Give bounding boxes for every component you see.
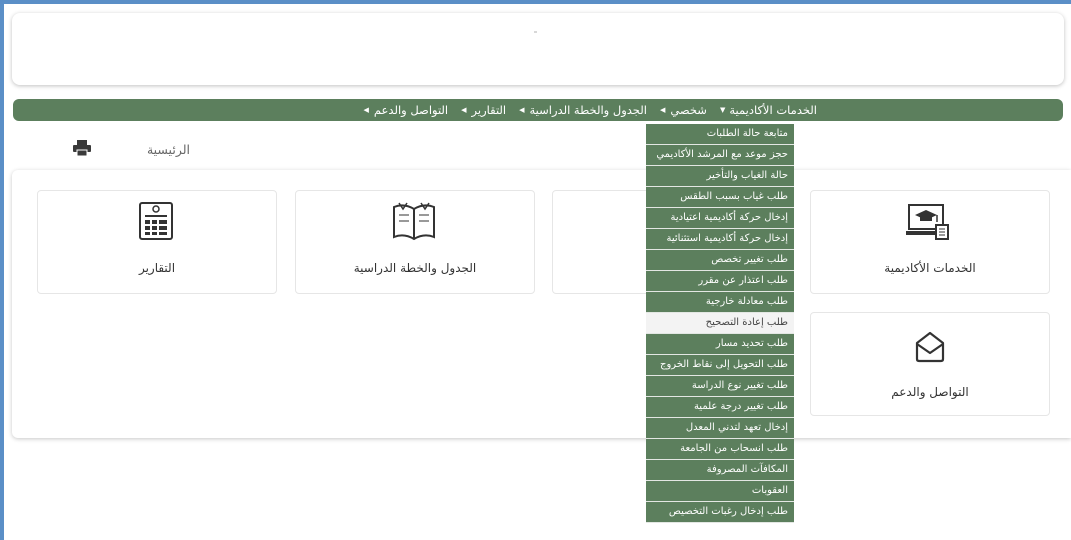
nav-label: الجدول والخطة الدراسية xyxy=(529,103,647,117)
tile-reports[interactable]: التقارير xyxy=(37,190,277,294)
dropdown-menu-item[interactable]: طلب تغيير تخصص xyxy=(646,250,794,271)
dropdown-menu-item[interactable]: حالة الغياب والتأخير xyxy=(646,166,794,187)
header-mark xyxy=(534,31,537,33)
academic-services-dropdown: متابعة حالة الطلبات حجز موعد مع المرشد ال… xyxy=(646,124,794,523)
dropdown-menu-item[interactable]: العقوبات xyxy=(646,481,794,502)
nav-label: التقارير xyxy=(471,103,507,117)
dropdown-menu-item[interactable]: طلب انسحاب من الجامعة xyxy=(646,439,794,460)
dropdown-menu-item[interactable]: إدخال تعهد لتدني المعدل xyxy=(646,418,794,439)
nav-reports[interactable]: التقارير ◀ xyxy=(461,103,506,117)
nav-communication-support[interactable]: التواصل والدعم ◀ xyxy=(364,103,449,117)
dropdown-menu-item[interactable]: طلب تغيير نوع الدراسة xyxy=(646,376,794,397)
dropdown-menu-item[interactable]: طلب تحديد مسار xyxy=(646,334,794,355)
window-frame-top xyxy=(0,0,1071,4)
arrow-left-icon: ◀ xyxy=(461,106,467,114)
tile-academic-services[interactable]: الخدمات الأكاديمية xyxy=(810,190,1050,294)
tile-label: الخدمات الأكاديمية xyxy=(884,261,976,275)
dropdown-menu-item[interactable]: طلب إدخال رغبات التخصيص xyxy=(646,502,794,523)
tile-schedule-plan[interactable]: الجدول والخطة الدراسية xyxy=(295,190,535,294)
tile-label: التواصل والدعم xyxy=(891,385,969,399)
dropdown-menu-item[interactable]: طلب التحويل إلى نقاط الخروج xyxy=(646,355,794,376)
page-title: الرئيسية xyxy=(146,142,190,157)
open-book-icon xyxy=(393,202,435,241)
tile-label: الجدول والخطة الدراسية xyxy=(353,261,477,275)
services-panel: الخدمات الأكاديمية الجدول والخطة الدراسي… xyxy=(12,170,1071,438)
nav-label: الخدمات الأكاديمية xyxy=(729,103,817,117)
caret-down-icon: ▼ xyxy=(719,106,726,114)
arrow-left-icon: ◀ xyxy=(519,106,525,114)
arrow-left-icon: ◀ xyxy=(659,106,666,114)
computer-graduation-icon xyxy=(906,204,949,240)
nav-academic-services[interactable]: الخدمات الأكاديمية ▼ xyxy=(720,103,817,117)
dropdown-menu-item[interactable]: طلب معادلة خارجية xyxy=(646,292,794,313)
header-banner xyxy=(12,13,1064,85)
tile-communication-support[interactable]: التواصل والدعم xyxy=(810,312,1050,416)
dropdown-menu-item[interactable]: طلب تغيير درجة علمية xyxy=(646,397,794,418)
dropdown-menu-item[interactable]: طلب اعتذار عن مقرر xyxy=(646,271,794,292)
dropdown-menu-item[interactable]: المكافآت المصروفة xyxy=(646,460,794,481)
dropdown-menu-item[interactable]: إدخال حركة أكاديمية استثنائية xyxy=(646,229,794,250)
printer-icon[interactable] xyxy=(73,140,91,156)
dropdown-menu-item[interactable]: متابعة حالة الطلبات xyxy=(646,124,794,145)
dropdown-menu-item[interactable]: إدخال حركة أكاديمية اعتيادية xyxy=(646,208,794,229)
arrow-left-icon: ◀ xyxy=(363,106,369,114)
report-document-icon xyxy=(139,202,173,240)
nav-personal[interactable]: شخصي ◀ xyxy=(660,103,707,117)
tile-label: التقارير xyxy=(138,261,176,275)
nav-label: شخصي xyxy=(670,103,707,117)
dropdown-menu-item[interactable]: طلب غياب بسبب الطقس xyxy=(646,187,794,208)
window-frame-left xyxy=(0,0,4,540)
nav-schedule-plan[interactable]: الجدول والخطة الدراسية ◀ xyxy=(519,103,647,117)
nav-label: التواصل والدعم xyxy=(373,103,449,117)
main-navbar: الخدمات الأكاديمية ▼ شخصي ◀ الجدول والخط… xyxy=(13,99,1063,121)
dropdown-menu-item[interactable]: طلب إعادة التصحيح xyxy=(646,313,794,334)
dropdown-menu-item[interactable]: حجز موعد مع المرشد الأكاديمي xyxy=(646,145,794,166)
envelope-icon xyxy=(915,331,945,363)
